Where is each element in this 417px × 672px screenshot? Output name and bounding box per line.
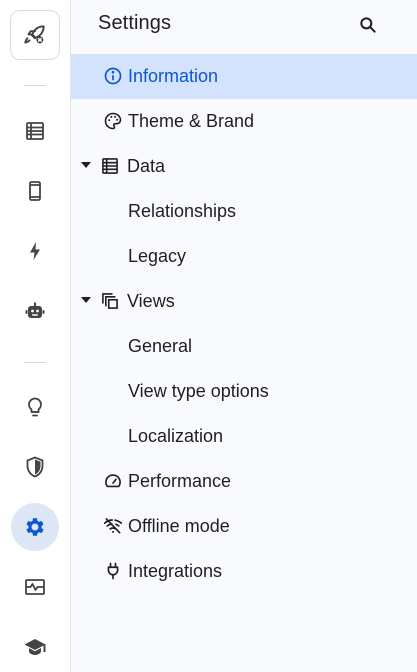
lightbulb-icon (28, 397, 42, 417)
page-title: Settings (98, 12, 172, 34)
wifi-off-icon (102, 515, 124, 537)
nav-item-information[interactable]: Information (71, 54, 417, 99)
shield-icon (26, 456, 44, 478)
nav-item-label: Performance (128, 471, 232, 491)
nav-item-label: Localization (128, 426, 224, 446)
nav-item-integrations[interactable]: Integrations (71, 549, 417, 594)
info-icon (102, 65, 124, 87)
nav-item-label: Relationships (128, 201, 237, 221)
nav-item-relationships[interactable]: Relationships (71, 189, 417, 234)
rail-divider (24, 362, 46, 363)
settings-panel: Settings Information Theme & Brand Data … (71, 0, 417, 672)
rail-divider (24, 85, 46, 86)
rail-item-settings[interactable] (11, 503, 59, 551)
nav-item-label: General (128, 336, 193, 356)
nav-item-label: Information (128, 66, 219, 86)
search-button[interactable] (355, 12, 381, 38)
phone-icon (29, 181, 41, 201)
rail-item-views[interactable] (11, 167, 59, 215)
table-icon (26, 122, 44, 140)
nav-item-performance[interactable]: Performance (71, 459, 417, 504)
nav-group-views[interactable]: Views (71, 279, 417, 324)
palette-icon (102, 110, 124, 132)
panel-header: Settings (71, 0, 417, 50)
plug-icon (102, 560, 124, 582)
caret-down-icon[interactable] (81, 297, 91, 303)
nav-item-label: Data (127, 156, 166, 176)
nav-item-label: Views (127, 291, 175, 311)
bolt-icon (30, 242, 40, 260)
app-logo[interactable] (10, 10, 60, 60)
search-icon (360, 17, 376, 33)
gear-icon (26, 518, 44, 536)
rocket-icon (24, 25, 45, 44)
nav-item-label: Legacy (128, 246, 187, 266)
nav-item-general[interactable]: General (71, 324, 417, 369)
robot-icon (25, 302, 45, 318)
rail-item-learn[interactable] (11, 623, 59, 671)
nav-item-legacy[interactable]: Legacy (71, 234, 417, 279)
rail-item-data[interactable] (11, 107, 59, 155)
nav-item-label: Offline mode (128, 516, 230, 536)
rail-item-monitor[interactable] (11, 563, 59, 611)
nav-item-view-type-options[interactable]: View type options (71, 369, 417, 414)
graduation-cap-icon (24, 639, 46, 655)
nav-rail (0, 0, 71, 672)
speedometer-icon (102, 470, 124, 492)
caret-down-icon[interactable] (81, 162, 91, 168)
nav-item-label: Integrations (128, 561, 223, 581)
table-icon (99, 155, 121, 177)
rail-item-automation[interactable] (11, 227, 59, 275)
rail-item-security[interactable] (11, 443, 59, 491)
rail-item-bots[interactable] (11, 287, 59, 335)
nav-item-theme-brand[interactable]: Theme & Brand (71, 99, 417, 144)
nav-item-label: View type options (128, 381, 269, 401)
nav-group-data[interactable]: Data (71, 144, 417, 189)
views-icon (99, 290, 121, 312)
nav-item-offline-mode[interactable]: Offline mode (71, 504, 417, 549)
nav-item-localization[interactable]: Localization (71, 414, 417, 459)
nav-item-label: Theme & Brand (128, 111, 255, 131)
rail-item-intelligence[interactable] (11, 383, 59, 431)
monitor-pulse-icon (25, 579, 45, 595)
